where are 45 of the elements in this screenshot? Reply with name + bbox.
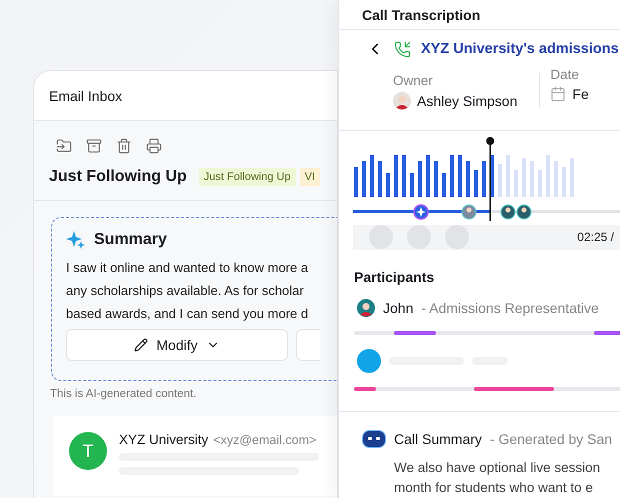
owner-label: Owner <box>393 73 434 88</box>
message-card[interactable]: T XYZ University <xyz@email.com> <box>53 416 337 496</box>
bot-icon <box>362 430 386 448</box>
call-summary-text: month for students who want to e <box>393 478 594 497</box>
participant-name: John <box>383 300 414 316</box>
tag: Just Following Up <box>198 168 296 186</box>
incoming-call-icon <box>394 40 411 58</box>
window-title: Call Transcription <box>362 6 480 23</box>
sparkle-icon <box>66 230 86 250</box>
avatar-icon <box>393 92 411 110</box>
summary-text: any scholarships available. As for scholar <box>66 282 305 300</box>
calendar-icon <box>550 86 566 102</box>
avatar-icon <box>357 348 381 373</box>
participant-marker-icon[interactable] <box>516 204 532 220</box>
archive-icon[interactable] <box>86 138 102 154</box>
sender-address: <xyz@email.com> <box>213 433 316 447</box>
pencil-icon <box>134 338 148 352</box>
call-summary-byline: - Generated by San <box>490 430 612 447</box>
sparkle-marker-icon[interactable] <box>413 204 429 220</box>
window-title: Email Inbox <box>49 88 122 104</box>
summary-text: based awards, and I can send you more d <box>66 305 310 323</box>
participant-role: - Admissions Representative <box>421 300 599 316</box>
folder-icon[interactable] <box>56 138 72 154</box>
sender-avatar: T <box>69 432 107 470</box>
modify-button[interactable]: Modify <box>66 329 288 361</box>
call-summary-text: We also have optional live session <box>393 458 602 477</box>
owner-name: Ashley Simpson <box>417 93 518 110</box>
participant-marker-icon[interactable] <box>500 204 516 220</box>
playback-time: 02:25 / <box>577 230 614 244</box>
print-icon[interactable] <box>146 138 162 154</box>
disclaimer-text: This is AI-generated content. <box>50 388 198 400</box>
call-title: XYZ University's admissions <box>421 41 619 58</box>
summary-text: I saw it online and wanted to know more a <box>66 259 310 277</box>
date-value: Fe <box>572 86 589 102</box>
tag: VI <box>300 168 320 186</box>
sender-name: XYZ University <box>119 432 208 447</box>
participant-marker-icon[interactable] <box>462 204 476 220</box>
summary-title: Summary <box>94 231 167 249</box>
section-title: Participants <box>354 268 436 285</box>
email-subject: Just Following Up <box>49 168 187 186</box>
playhead[interactable] <box>486 136 494 221</box>
trash-icon[interactable] <box>116 138 132 154</box>
date-label: Date <box>550 67 580 82</box>
avatar-icon <box>357 298 375 317</box>
call-summary-title: Call Summary <box>394 430 482 447</box>
